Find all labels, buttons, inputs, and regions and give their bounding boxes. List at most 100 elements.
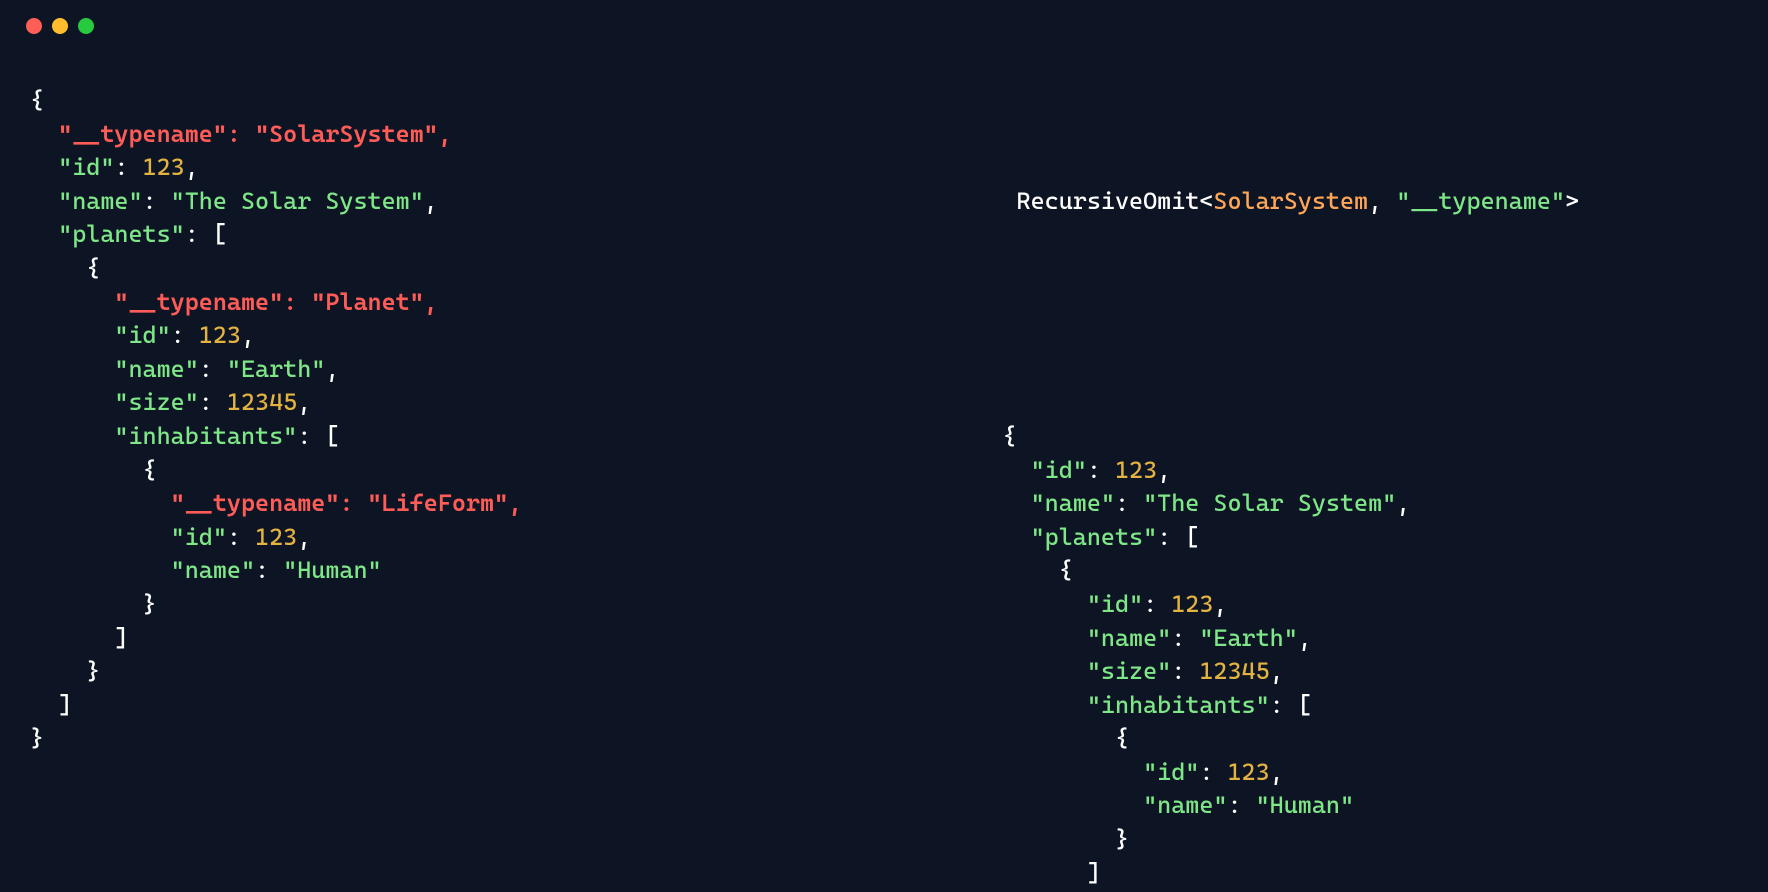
code-token: "__typename": "SolarSystem", [58, 120, 452, 148]
code-token: "name" [1031, 489, 1115, 517]
code-token: : [1171, 657, 1199, 685]
code-token [30, 355, 114, 383]
code-token [30, 489, 171, 517]
code-token: "Human" [283, 556, 381, 584]
code-token: { [30, 456, 157, 484]
code-line: ] [30, 622, 864, 656]
code-token: : [171, 321, 199, 349]
code-token [30, 388, 114, 416]
code-token: "name" [114, 355, 198, 383]
code-token: , [325, 355, 339, 383]
code-window: { "__typename": "SolarSystem", "id": 123… [0, 0, 1768, 892]
code-token: , [241, 321, 255, 349]
code-token: "The Solar System" [1143, 489, 1396, 517]
code-token: : [1115, 489, 1143, 517]
code-token: "inhabitants" [1087, 691, 1270, 719]
code-token: "id" [171, 523, 227, 551]
code-token: } [30, 657, 100, 685]
code-token: "name" [1087, 624, 1171, 652]
code-token: , [1298, 624, 1312, 652]
code-token: : [1143, 590, 1171, 618]
angle-open: < [1199, 187, 1213, 215]
code-line: "inhabitants": [ [30, 420, 864, 454]
omit-key: "__typename" [1396, 187, 1565, 215]
close-icon[interactable] [26, 18, 42, 34]
code-token [904, 456, 1031, 484]
code-token: : [199, 355, 227, 383]
code-token: , [185, 153, 199, 181]
code-token [904, 624, 1087, 652]
code-line: "name": "Human" [904, 789, 1738, 823]
code-token: "Earth" [227, 355, 325, 383]
code-token: "name" [1143, 791, 1227, 819]
code-token: 123 [1115, 456, 1157, 484]
blank-line [904, 319, 1738, 353]
code-line: "planets": [ [904, 521, 1738, 555]
code-line: "name": "The Solar System", [30, 185, 864, 219]
code-token: "planets" [58, 220, 185, 248]
code-line: "size": 12345, [904, 655, 1738, 689]
code-token: "id" [1087, 590, 1143, 618]
code-token: 123 [199, 321, 241, 349]
code-line: { [30, 252, 864, 286]
code-token [904, 691, 1087, 719]
code-line: "inhabitants": [ [904, 689, 1738, 723]
code-line: "__typename": "LifeForm", [30, 487, 864, 521]
code-token: , [1396, 489, 1410, 517]
code-token: , [297, 388, 311, 416]
code-token: : [ [1157, 523, 1199, 551]
code-line: } [30, 655, 864, 689]
code-token: "id" [58, 153, 114, 181]
code-token: : [227, 523, 255, 551]
left-code-block: { "__typename": "SolarSystem", "id": 123… [30, 84, 864, 892]
code-content: { "__typename": "SolarSystem", "id": 123… [0, 34, 1768, 892]
code-token: { [904, 724, 1129, 752]
code-line: "planets": [ [30, 218, 864, 252]
code-token [30, 422, 114, 450]
minimize-icon[interactable] [52, 18, 68, 34]
code-token: 123 [1171, 590, 1213, 618]
code-token [30, 556, 171, 584]
code-line: "id": 123, [30, 151, 864, 185]
code-token: : [ [297, 422, 339, 450]
right-code-block: { "id": 123, "name": "The Solar System",… [904, 420, 1738, 892]
code-token: "__typename": "Planet", [114, 288, 437, 316]
code-token [30, 288, 114, 316]
code-line: } [30, 722, 864, 756]
code-token: , [1157, 456, 1171, 484]
code-token: : [ [1270, 691, 1312, 719]
maximize-icon[interactable] [78, 18, 94, 34]
code-token: 12345 [1199, 657, 1269, 685]
code-token: ] [30, 691, 72, 719]
code-token: { [904, 422, 1017, 450]
code-token: { [30, 86, 44, 114]
code-token: : [114, 153, 142, 181]
code-token: } [904, 825, 1129, 853]
generic-type: SolarSystem [1213, 187, 1368, 215]
code-line: "size": 12345, [30, 386, 864, 420]
code-token: , [1213, 590, 1227, 618]
code-token: , [1270, 758, 1284, 786]
code-token: ] [30, 624, 128, 652]
code-token: "size" [1087, 657, 1171, 685]
code-line: "__typename": "Planet", [30, 286, 864, 320]
code-token [904, 758, 1143, 786]
code-line: { [30, 454, 864, 488]
code-token: "id" [114, 321, 170, 349]
code-token: "planets" [1031, 523, 1158, 551]
code-token: "Human" [1256, 791, 1354, 819]
code-token [904, 523, 1031, 551]
code-token: : [143, 187, 171, 215]
code-token [904, 657, 1087, 685]
code-line: } [30, 588, 864, 622]
angle-close: > [1565, 187, 1579, 215]
code-line: { [904, 420, 1738, 454]
code-token [30, 321, 114, 349]
code-token: "name" [58, 187, 142, 215]
code-token: 123 [255, 523, 297, 551]
code-token: : [199, 388, 227, 416]
code-token: { [904, 556, 1073, 584]
code-line: ] [30, 689, 864, 723]
type-expression: RecursiveOmit<SolarSystem, "__typename"> [904, 151, 1738, 252]
code-token: , [424, 187, 438, 215]
